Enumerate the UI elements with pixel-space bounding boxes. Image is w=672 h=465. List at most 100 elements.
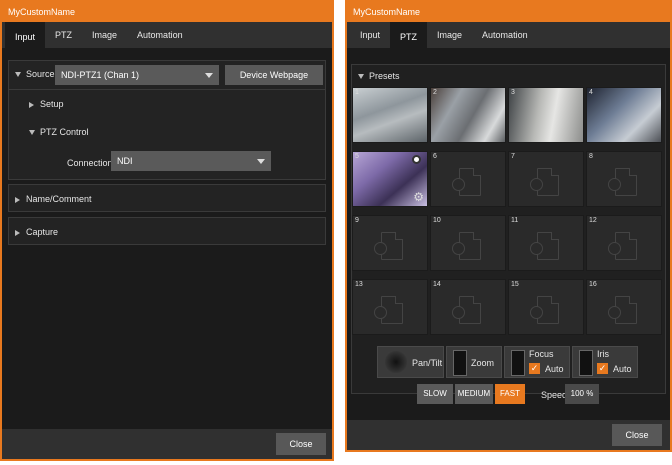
ptz-control-label: PTZ Control — [40, 127, 89, 137]
preset-number: 15 — [511, 281, 519, 288]
zoom-control[interactable]: Zoom — [446, 346, 502, 378]
preset-number: 3 — [511, 89, 515, 96]
preset-slot-14[interactable]: 14 — [430, 279, 506, 335]
connection-label: Connection — [67, 158, 113, 168]
window-title: MyCustomName — [2, 2, 332, 22]
preset-slot-7[interactable]: 7 — [508, 151, 584, 207]
iris-control[interactable]: Iris ✓ Auto — [572, 346, 638, 378]
speed-slow-button[interactable]: SLOW — [417, 384, 453, 404]
tab-bar: Input PTZ Image Automation — [347, 22, 670, 48]
preset-slot-16[interactable]: 16 — [586, 279, 662, 335]
add-icon — [374, 242, 387, 255]
focus-auto-checkbox[interactable]: ✓ — [529, 363, 540, 374]
iris-slider-icon — [579, 350, 593, 376]
source-value: NDI-PTZ1 (Chan 1) — [61, 70, 140, 80]
pan-tilt-control[interactable]: Pan/Tilt — [377, 346, 444, 378]
preset-slot-2[interactable]: 2 — [430, 87, 506, 143]
chevron-down-icon — [257, 159, 265, 164]
joystick-icon — [384, 350, 408, 374]
focus-slider-icon — [511, 350, 525, 376]
add-icon — [530, 306, 543, 319]
connection-value: NDI — [117, 156, 133, 166]
expand-right-icon — [29, 101, 34, 108]
add-icon — [608, 306, 621, 319]
preset-number: 4 — [589, 89, 593, 96]
chevron-down-icon — [205, 73, 213, 78]
focus-label: Focus — [529, 349, 554, 359]
preset-number: 6 — [433, 153, 437, 160]
zoom-label: Zoom — [471, 358, 495, 368]
tab-content: Source NDI-PTZ1 (Chan 1) Device Webpage … — [2, 48, 332, 459]
preset-slot-15[interactable]: 15 — [508, 279, 584, 335]
tab-input[interactable]: Input — [350, 22, 390, 48]
add-icon — [608, 242, 621, 255]
save-preset-icon[interactable] — [412, 155, 421, 164]
tab-image[interactable]: Image — [82, 22, 127, 48]
window-title: MyCustomName — [347, 2, 670, 22]
source-expander[interactable]: Source — [15, 69, 55, 79]
preset-slot-5[interactable]: 5 ⚙ — [352, 151, 428, 207]
preset-slot-8[interactable]: 8 — [586, 151, 662, 207]
name-comment-panel[interactable]: Name/Comment — [8, 184, 326, 212]
preset-slot-10[interactable]: 10 — [430, 215, 506, 271]
input-config-window-left: MyCustomName Input PTZ Image Automation … — [0, 0, 334, 461]
preset-slot-4[interactable]: 4 — [586, 87, 662, 143]
connection-dropdown[interactable]: NDI — [111, 151, 271, 171]
preset-slot-11[interactable]: 11 — [508, 215, 584, 271]
input-config-window-right: MyCustomName Input PTZ Image Automation … — [345, 0, 672, 452]
preset-number: 5 — [355, 153, 359, 160]
speed-fast-button[interactable]: FAST — [495, 384, 525, 404]
add-icon — [452, 306, 465, 319]
close-button[interactable]: Close — [276, 433, 326, 455]
presets-expander[interactable]: Presets — [358, 71, 400, 81]
preset-number: 10 — [433, 217, 441, 224]
gear-icon[interactable]: ⚙ — [413, 190, 424, 204]
preset-slot-1[interactable]: 1 — [352, 87, 428, 143]
focus-auto-label: Auto — [545, 364, 564, 374]
preset-number: 14 — [433, 281, 441, 288]
add-icon — [374, 306, 387, 319]
pan-tilt-label: Pan/Tilt — [412, 358, 443, 368]
focus-control[interactable]: Focus ✓ Auto — [504, 346, 570, 378]
footer-bar: Close — [2, 429, 332, 459]
setup-label: Setup — [40, 99, 64, 109]
preset-number: 8 — [589, 153, 593, 160]
device-webpage-button[interactable]: Device Webpage — [225, 65, 323, 85]
iris-auto-checkbox[interactable]: ✓ — [597, 363, 608, 374]
zoom-slider-icon — [453, 350, 467, 376]
iris-label: Iris — [597, 349, 609, 359]
preset-slot-3[interactable]: 3 — [508, 87, 584, 143]
preset-slot-12[interactable]: 12 — [586, 215, 662, 271]
expand-right-icon — [15, 229, 20, 236]
speed-value-field[interactable]: 100 % — [565, 384, 599, 404]
tab-image[interactable]: Image — [427, 22, 472, 48]
tab-ptz[interactable]: PTZ — [390, 22, 428, 48]
preset-number: 7 — [511, 153, 515, 160]
capture-panel[interactable]: Capture — [8, 217, 326, 245]
source-label: Source — [26, 69, 55, 79]
tab-bar: Input PTZ Image Automation — [2, 22, 332, 48]
expand-right-icon — [15, 196, 20, 203]
name-comment-label: Name/Comment — [26, 194, 92, 204]
setup-expander[interactable]: Setup — [29, 99, 64, 109]
close-button[interactable]: Close — [612, 424, 662, 446]
ptz-control-expander[interactable]: PTZ Control — [29, 127, 89, 137]
tab-automation[interactable]: Automation — [472, 22, 538, 48]
capture-expander[interactable]: Capture — [15, 227, 58, 237]
preset-slot-9[interactable]: 9 — [352, 215, 428, 271]
footer-bar: Close — [347, 420, 670, 450]
tab-ptz[interactable]: PTZ — [45, 22, 82, 48]
speed-medium-button[interactable]: MEDIUM — [455, 384, 493, 404]
preset-number: 9 — [355, 217, 359, 224]
preset-number: 11 — [511, 217, 519, 224]
add-icon — [530, 178, 543, 191]
tab-automation[interactable]: Automation — [127, 22, 193, 48]
preset-slot-6[interactable]: 6 — [430, 151, 506, 207]
iris-auto-label: Auto — [613, 364, 632, 374]
add-icon — [452, 242, 465, 255]
source-dropdown[interactable]: NDI-PTZ1 (Chan 1) — [55, 65, 219, 85]
expand-down-icon — [15, 72, 21, 78]
preset-slot-13[interactable]: 13 — [352, 279, 428, 335]
tab-input[interactable]: Input — [5, 22, 46, 48]
name-comment-expander[interactable]: Name/Comment — [15, 194, 92, 204]
